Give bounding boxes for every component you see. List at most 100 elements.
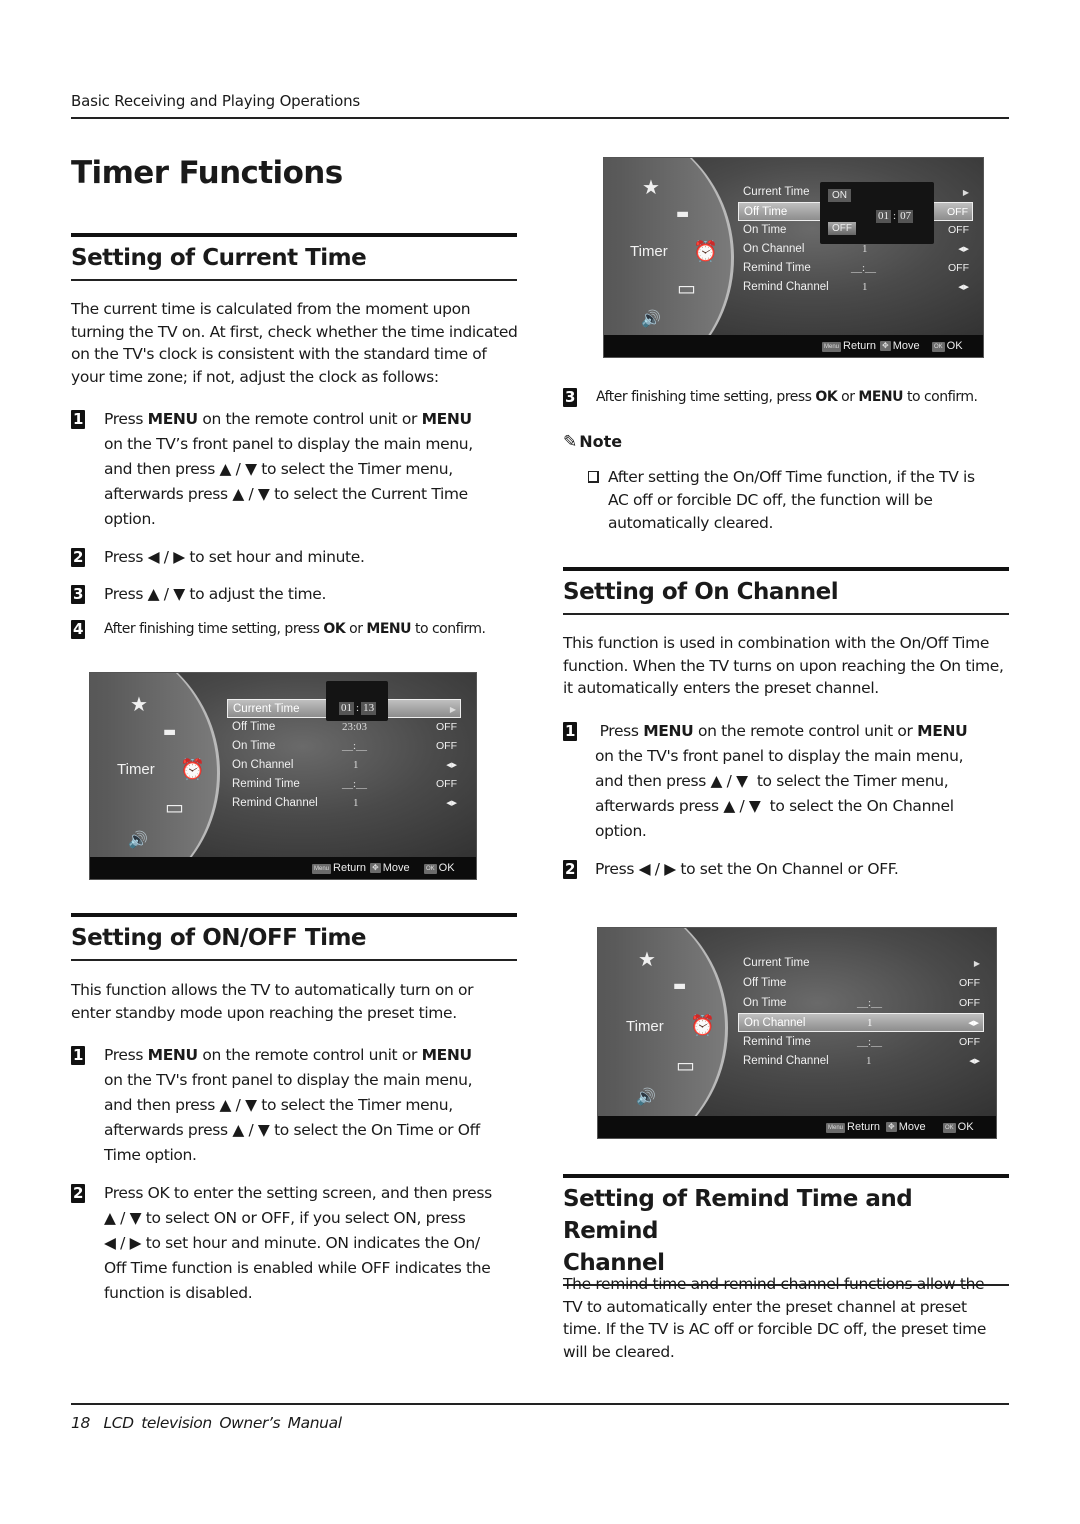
page-title: Timer Functions [71,155,343,191]
row-label: Remind Channel [232,797,318,809]
step-text: Press OK to enter the setting screen, an… [71,1181,531,1306]
note-heading: ✎ Note [563,432,622,452]
menu-row-remind-channel[interactable]: Remind Channel 1 ◀▶ [227,794,461,813]
step-text: Press ◀ / ▶ to set hour and minute. [104,548,365,566]
step-number: 4 [71,620,85,639]
move-hint: ✥ Move [880,339,920,353]
menu-key-icon: Menu [312,864,332,874]
on-off-time-intro: This function allows the TV to automatic… [71,981,474,1022]
tv-footer: Menu Return ✥ Move OK OK [598,1116,996,1138]
step-line: on the TV’s front panel to display the m… [104,435,473,453]
minute-field[interactable]: 07 [898,210,914,223]
move-hint: ✥ Move [886,1120,926,1134]
menu-key-icon: Menu [822,342,842,352]
menu-row-on-time[interactable]: On Time __:__ OFF [738,994,984,1013]
row-value: 1 [867,1017,873,1029]
colon: : [893,210,897,222]
ok-key-icon: OK [424,864,437,874]
row-label: Current Time [743,186,810,198]
off-option[interactable]: OFF [828,222,856,235]
return-label: Return [333,862,367,874]
row-status: OFF [436,740,457,752]
ok-label: OK [438,862,455,874]
colon: : [356,702,360,714]
current-time-step-3: 3 Press ▲ / ▼ to adjust the time. [71,582,521,607]
row-label: Off Time [232,721,276,733]
section-remind-heading: Setting of Remind Time and Remind Channe… [563,1174,1009,1286]
row-status: OFF [959,1036,980,1048]
row-arrow-icon: ▶ [449,705,456,714]
step-text: After finishing time setting, press OK o… [104,621,486,637]
step-number: 2 [71,1184,85,1203]
left-right-arrows-icon: ◀▶ [968,1020,979,1027]
menu-row-on-channel[interactable]: On Channel 1 ◀▶ [738,1013,984,1032]
channel-icon: ▬ [673,978,687,994]
step-line: afterwards press ▲ / ▼ to select the On … [595,797,954,815]
menu-row-current-time[interactable]: Current Time ▶ [738,954,984,973]
time-edit-popup: 01:13 [326,681,388,721]
channel-icon: ▬ [163,724,177,740]
menu-category-label: Timer [117,761,155,778]
step-line: ▲ / ▼ to select ON or OFF, if you select… [104,1209,466,1227]
step-line: Press OK to enter the setting screen, an… [104,1184,492,1202]
step-number: 3 [563,388,577,407]
hour-field[interactable]: 01 [876,210,891,223]
current-time-step-1: 1 Press MENU on the remote control unit … [71,407,521,532]
menu-row-on-channel[interactable]: On Channel 1 ◀▶ [227,756,461,775]
section-title: Setting of Current Time [71,245,367,271]
tv-menu-off-time: ★ ▬ Timer ⏰ ▭ 🔊 Current Time ▶ Off Time … [603,157,984,358]
time-display: 01:13 [339,696,377,715]
channel-icon: ▬ [676,206,690,222]
step-line: Press MENU on the remote control unit or… [104,1046,472,1064]
note-item: After setting the On/Off Time function, … [588,466,998,535]
on-off-time-popup: ON OFF 01:07 [820,182,934,244]
menu-category-label: Timer [626,1018,664,1035]
row-value: 1 [353,797,359,809]
star-icon: ★ [638,947,656,971]
minute-field[interactable]: 13 [361,702,377,715]
step-text: Press ◀ / ▶ to set the On Channel or OFF… [595,860,899,878]
row-label: On Time [743,997,787,1009]
heading-rule-bottom [71,959,517,961]
step-line: Press MENU on the remote control unit or… [595,722,968,740]
display-icon: ▭ [676,1053,695,1077]
ok-label: OK [957,1121,974,1133]
note-title: Note [579,432,623,451]
on-off-time-step-2: 2 Press OK to enter the setting screen, … [71,1181,531,1306]
step-text: Press MENU on the remote control unit or… [563,719,1013,844]
step-number: 3 [71,585,85,604]
display-icon: ▭ [165,795,184,819]
row-status: OFF [959,977,980,989]
step-line: on the TV's front panel to display the m… [595,747,964,765]
ok-key-icon: OK [932,342,945,352]
ok-hint: OK OK [943,1120,974,1134]
row-label: On Channel [743,243,805,255]
menu-row-remind-channel[interactable]: Remind Channel 1 ◀▶ [738,278,973,297]
menu-row-remind-channel[interactable]: Remind Channel 1 ◀▶ [738,1052,984,1071]
left-right-arrows-icon: ◀▶ [446,800,457,807]
ok-hint: OK OK [932,339,963,353]
on-channel-intro: This function is used in combination wit… [563,634,1004,697]
row-label: Remind Time [743,262,811,274]
on-option[interactable]: ON [828,189,851,202]
header-rule [71,117,1009,119]
menu-row-remind-time[interactable]: Remind Time __:__ OFF [738,259,973,278]
row-value: 1 [862,281,868,293]
return-label: Return [847,1121,881,1133]
row-value: __:__ [851,262,877,274]
menu-row-remind-time[interactable]: Remind Time __:__ OFF [227,775,461,794]
current-time-intro: The current time is calculated from the … [71,300,518,386]
menu-row-off-time[interactable]: Off Time OFF [738,974,984,993]
step-text: Press MENU on the remote control unit or… [71,1043,521,1168]
row-value: 1 [353,759,359,771]
tv-screen: ★ ▬ Timer ⏰ ▭ 🔊 Current Time ▶ Off Time … [598,928,996,1138]
section-title: Setting of Remind Time and Remind Channe… [563,1178,1009,1284]
page-number: 18 [71,1414,90,1432]
menu-row-on-time[interactable]: On Time __:__ OFF [227,737,461,756]
row-label: Off Time [743,977,787,989]
menu-row-remind-time[interactable]: Remind Time __:__ OFF [738,1033,984,1052]
time-display: 01:07 [876,204,914,223]
row-label: Current Time [743,957,810,969]
left-right-arrows-icon: ◀▶ [969,1058,980,1065]
hour-field[interactable]: 01 [339,702,354,715]
